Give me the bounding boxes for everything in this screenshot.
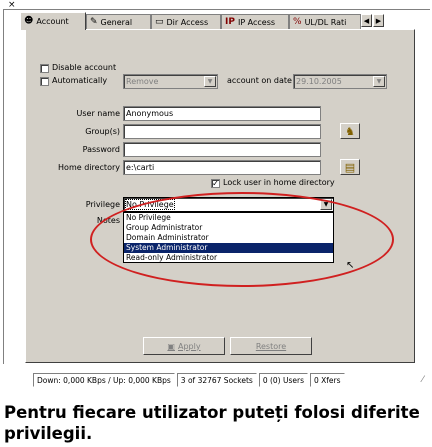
lock-home-checkbox[interactable]: ✓	[211, 179, 220, 188]
tab-general[interactable]: ✎ General	[86, 14, 151, 29]
ratio-icon: %	[293, 16, 302, 27]
groups-field[interactable]	[123, 124, 321, 139]
sockets-status: 3 of 32767 Sockets	[176, 373, 257, 387]
tab-label: Dir Access	[166, 17, 209, 27]
username-field[interactable]: Anonymous	[123, 106, 321, 121]
chevron-down-icon[interactable]: ▼	[204, 76, 216, 87]
privilege-option[interactable]: Read-only Administrator	[124, 253, 333, 263]
privilege-select[interactable]: No Privilege ▼	[123, 197, 334, 212]
chevron-down-icon[interactable]: ▼	[320, 199, 332, 210]
status-bar: Down: 0,000 KBps / Up: 0,000 KBps 3 of 3…	[33, 373, 345, 388]
automatically-checkbox[interactable]	[40, 77, 49, 86]
privilege-option[interactable]: No Privilege	[124, 213, 333, 223]
disable-account-label: Disable account	[52, 63, 117, 72]
password-field[interactable]	[123, 142, 321, 157]
notes-label: Notes	[96, 216, 120, 225]
auto-action-value: Remove	[126, 77, 159, 86]
date-value: 29.10.2005	[296, 77, 342, 86]
folder-icon: ▭	[155, 16, 164, 27]
lock-home-label: Lock user in home directory	[223, 178, 335, 187]
groups-label: Group(s)	[85, 127, 120, 136]
apply-button[interactable]: ▣ Apply	[143, 337, 225, 355]
apply-icon: ▣	[167, 341, 175, 351]
home-directory-browse-button[interactable]: ▤	[340, 159, 360, 175]
tab-dir-access[interactable]: ▭ Dir Access	[151, 14, 221, 29]
resize-grip-icon[interactable]: ⁄	[422, 375, 424, 385]
xfers-status: 0 Xfers	[310, 373, 345, 387]
users-status: 0 (0) Users	[258, 373, 308, 387]
tab-label: IP Access	[237, 17, 276, 27]
disable-account-checkbox[interactable]	[40, 64, 49, 73]
tab-label: UL/DL Rati	[304, 17, 347, 27]
date-picker[interactable]: 29.10.2005 ▼	[293, 74, 387, 89]
tab-account[interactable]: ☻ Account	[20, 12, 86, 30]
tab-label: General	[100, 17, 133, 27]
privilege-option-selected[interactable]: System Administrator	[124, 243, 333, 253]
tab-scroll-right-icon[interactable]: ▶	[373, 14, 384, 27]
privilege-value: No Privilege	[125, 199, 175, 210]
chevron-down-icon[interactable]: ▼	[373, 76, 385, 87]
screenshot-area: × ☻ Account ✎ General ▭ Dir Access IP IP…	[0, 0, 432, 397]
privilege-option[interactable]: Group Administrator	[124, 223, 333, 233]
groups-browse-button[interactable]: ♞	[340, 123, 360, 139]
privilege-label: Privilege	[85, 200, 120, 209]
restore-label: Restore	[255, 341, 287, 351]
tab-strip: ☻ Account ✎ General ▭ Dir Access IP IP A…	[20, 12, 420, 30]
window-border-left	[3, 9, 4, 364]
tab-ul-dl-ratio[interactable]: % UL/DL Rati	[289, 14, 361, 29]
ip-icon: IP	[225, 16, 235, 27]
folder-browse-icon: ▤	[344, 160, 356, 174]
group-icon: ♞	[345, 124, 355, 138]
tab-scroll-left-icon[interactable]: ◀	[361, 14, 372, 27]
privilege-option[interactable]: Domain Administrator	[124, 233, 333, 243]
tab-label: Account	[36, 17, 69, 26]
window-border	[3, 9, 430, 10]
automatically-label: Automatically	[52, 76, 108, 85]
home-directory-label: Home directory	[58, 163, 120, 172]
transfer-status: Down: 0,000 KBps / Up: 0,000 KBps	[33, 373, 175, 387]
apply-label: Apply	[177, 341, 201, 351]
mouse-cursor-icon: ↖	[346, 260, 355, 271]
figure-caption: Pentru fiecare utilizator puteți folosi …	[4, 403, 420, 443]
restore-button[interactable]: Restore	[230, 337, 312, 355]
user-icon: ☻	[24, 16, 34, 26]
privilege-dropdown-list: No Privilege Group Administrator Domain …	[123, 212, 334, 263]
tab-ip-access[interactable]: IP IP Access	[221, 14, 289, 29]
username-label: User name	[76, 109, 120, 118]
account-on-date-label: account on date	[227, 76, 292, 85]
auto-action-select[interactable]: Remove ▼	[123, 74, 218, 89]
document-icon: ✎	[90, 16, 98, 27]
password-label: Password	[82, 145, 120, 154]
home-directory-field[interactable]: e:\carti	[123, 160, 321, 175]
